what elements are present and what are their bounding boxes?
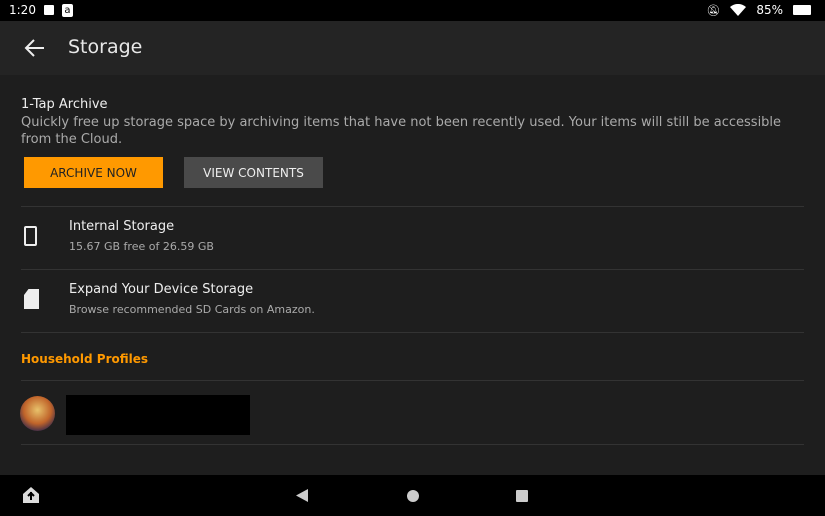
sd-card-icon	[24, 289, 39, 309]
battery-charging-icon	[793, 5, 811, 15]
internal-storage-detail: 15.67 GB free of 26.59 GB	[69, 240, 214, 253]
household-profiles-heading: Household Profiles	[21, 352, 149, 366]
archive-now-button[interactable]: ARCHIVE NOW	[24, 157, 163, 188]
status-bar: 1:20 a 🔕︎ 85%	[0, 0, 825, 21]
divider	[21, 380, 804, 381]
avatar[interactable]	[20, 396, 55, 431]
battery-percent: 85%	[756, 3, 783, 17]
archive-description: Quickly free up storage space by archivi…	[21, 115, 782, 147]
divider	[21, 444, 804, 445]
back-arrow-icon[interactable]	[22, 35, 48, 61]
page-title: Storage	[68, 36, 143, 58]
home-icon[interactable]	[22, 486, 40, 504]
archive-title: 1-Tap Archive	[21, 97, 108, 112]
wifi-icon	[730, 4, 747, 16]
back-triangle-icon[interactable]	[296, 489, 308, 502]
recents-square-icon[interactable]	[516, 490, 528, 502]
image-notification-icon	[43, 5, 54, 15]
notifications-off-icon: 🔕︎	[706, 3, 721, 17]
app-bar: Storage	[0, 21, 825, 75]
internal-storage-title: Internal Storage	[69, 219, 175, 234]
navigation-bar	[0, 475, 825, 516]
divider	[21, 332, 804, 333]
clock: 1:20	[9, 3, 36, 17]
view-contents-button[interactable]: VIEW CONTENTS	[184, 157, 323, 188]
redacted-profile-name[interactable]	[66, 395, 250, 435]
expand-storage-title: Expand Your Device Storage	[69, 282, 254, 297]
home-circle-icon[interactable]	[407, 490, 419, 502]
archive-section: 1-Tap Archive Quickly free up storage sp…	[21, 97, 804, 148]
expand-storage-row[interactable]: Expand Your Device Storage Browse recomm…	[0, 270, 825, 332]
amazon-notification-icon: a	[61, 3, 73, 17]
internal-storage-row[interactable]: Internal Storage 15.67 GB free of 26.59 …	[0, 207, 825, 269]
tablet-icon	[24, 226, 37, 246]
expand-storage-detail: Browse recommended SD Cards on Amazon.	[69, 303, 315, 316]
